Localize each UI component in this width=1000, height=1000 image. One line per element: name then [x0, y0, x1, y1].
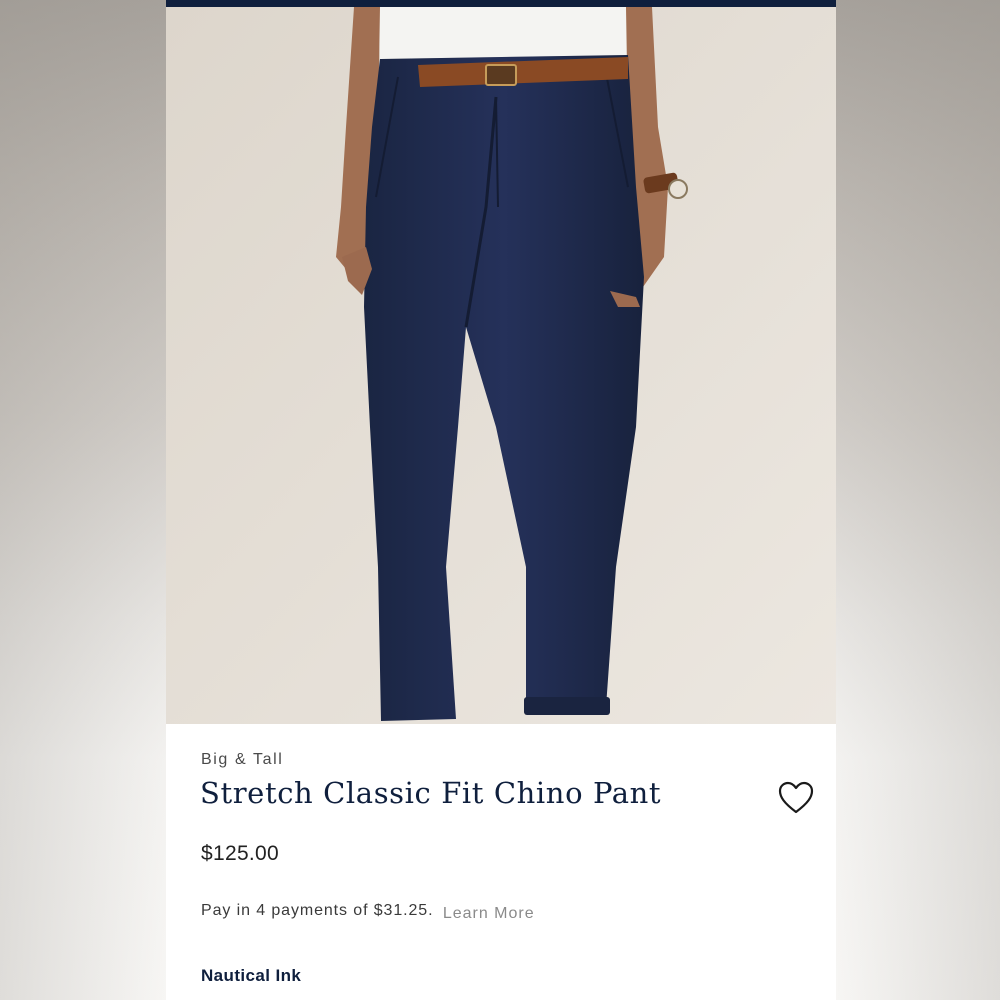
product-category[interactable]: Big & Tall: [201, 751, 283, 769]
backdrop-right: [836, 0, 1000, 1000]
product-page: Big & Tall Stretch Classic Fit Chino Pan…: [166, 0, 836, 1000]
learn-more-link[interactable]: Learn More: [443, 905, 535, 922]
heart-outline-icon: [778, 781, 814, 814]
product-title: Stretch Classic Fit Chino Pant: [200, 776, 662, 810]
installments-info: Pay in 4 payments of $31.25. Learn More: [201, 902, 535, 922]
installments-text: Pay in 4 payments of $31.25.: [201, 902, 434, 919]
product-info: Big & Tall Stretch Classic Fit Chino Pan…: [166, 724, 836, 1000]
backdrop-left: [0, 0, 166, 1000]
top-navigation-bar: [166, 0, 836, 7]
selected-color-name: Nautical Ink: [201, 966, 302, 985]
product-price: $125.00: [201, 842, 280, 865]
wishlist-button[interactable]: [777, 780, 815, 816]
product-image[interactable]: [166, 7, 836, 724]
